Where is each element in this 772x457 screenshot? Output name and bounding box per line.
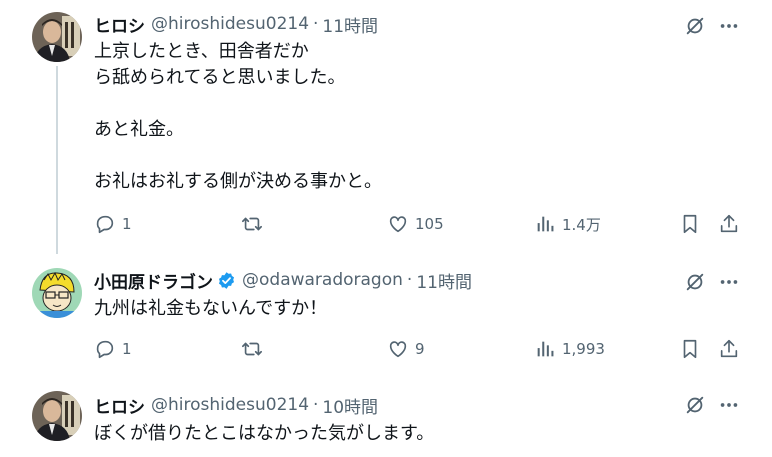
- more-icon[interactable]: [716, 13, 742, 39]
- retweet-icon: [242, 217, 262, 231]
- timestamp[interactable]: 10時間: [322, 393, 378, 418]
- tweet[interactable]: ヒロシ @hiroshidesu0214 · 10時間 ぼくが借りたとこはなかっ…: [0, 380, 772, 457]
- timestamp[interactable]: 11時間: [322, 12, 378, 37]
- display-name[interactable]: ヒロシ: [94, 393, 145, 418]
- username[interactable]: @odawaradoragon: [242, 270, 403, 290]
- view-count: 1,993: [562, 340, 605, 358]
- verified-badge-icon: [217, 271, 236, 290]
- view-count: 1.4万: [562, 215, 601, 234]
- tweet-header: ヒロシ @hiroshidesu0214 · 10時間: [94, 392, 378, 418]
- retweet-button[interactable]: [241, 338, 269, 360]
- reply-count: 1: [122, 340, 132, 358]
- share-button[interactable]: [718, 213, 740, 235]
- tweet-text: 上京したとき、田舎者だか ら舐められてると思いました。 あと礼金。 お礼はお礼す…: [94, 41, 382, 192]
- like-count: 9: [415, 340, 425, 358]
- avatar[interactable]: [32, 391, 82, 441]
- like-button[interactable]: 105: [387, 213, 444, 235]
- tweet[interactable]: ヒロシ @hiroshidesu0214 · 11時間 上京したとき、田舎者だか…: [0, 0, 772, 256]
- reply-icon: [96, 340, 114, 359]
- retweet-icon: [242, 342, 262, 356]
- reply-button[interactable]: 1: [94, 213, 132, 235]
- grok-icon[interactable]: [682, 13, 708, 39]
- tweet-text: 九州は礼金もないんですか！: [94, 298, 328, 319]
- retweet-button[interactable]: [241, 213, 269, 235]
- grok-icon[interactable]: [682, 392, 708, 418]
- username[interactable]: @hiroshidesu0214: [151, 14, 309, 34]
- timestamp[interactable]: 11時間: [416, 268, 472, 293]
- views-button[interactable]: 1.4万: [534, 213, 601, 235]
- separator: ·: [313, 395, 319, 415]
- share-icon: [720, 214, 738, 233]
- bookmark-button[interactable]: [679, 338, 701, 360]
- more-icon[interactable]: [716, 392, 742, 418]
- tweet-header: ヒロシ @hiroshidesu0214 · 11時間: [94, 11, 378, 37]
- views-icon: [537, 341, 554, 357]
- more-icon[interactable]: [716, 269, 742, 295]
- bookmark-icon: [683, 214, 697, 234]
- tweet-actions: 1 9 1,993: [0, 338, 772, 364]
- reply-count: 1: [122, 215, 132, 233]
- tweet-actions: 1 105 1.4万: [0, 213, 772, 239]
- display-name[interactable]: 小田原ドラゴン: [94, 268, 213, 293]
- like-icon: [389, 216, 407, 233]
- bookmark-icon: [683, 339, 697, 359]
- share-button[interactable]: [718, 338, 740, 360]
- like-icon: [389, 341, 407, 358]
- reply-icon: [96, 215, 114, 234]
- tweet-header: 小田原ドラゴン @odawaradoragon · 11時間: [94, 267, 472, 293]
- display-name[interactable]: ヒロシ: [94, 12, 145, 37]
- like-button[interactable]: 9: [387, 338, 425, 360]
- views-icon: [537, 216, 554, 232]
- bookmark-button[interactable]: [679, 213, 701, 235]
- avatar[interactable]: [32, 12, 82, 62]
- grok-icon[interactable]: [682, 269, 708, 295]
- separator: ·: [406, 270, 413, 290]
- views-button[interactable]: 1,993: [534, 338, 605, 360]
- share-icon: [720, 339, 738, 358]
- reply-button[interactable]: 1: [94, 338, 132, 360]
- tweet[interactable]: 小田原ドラゴン @odawaradoragon · 11時間 九州は礼金もないん…: [0, 256, 772, 380]
- like-count: 105: [415, 215, 444, 233]
- separator: ·: [313, 14, 319, 34]
- tweet-text: ぼくが借りたとこはなかった気がします。: [94, 423, 435, 444]
- username[interactable]: @hiroshidesu0214: [151, 395, 309, 415]
- avatar[interactable]: [32, 268, 82, 318]
